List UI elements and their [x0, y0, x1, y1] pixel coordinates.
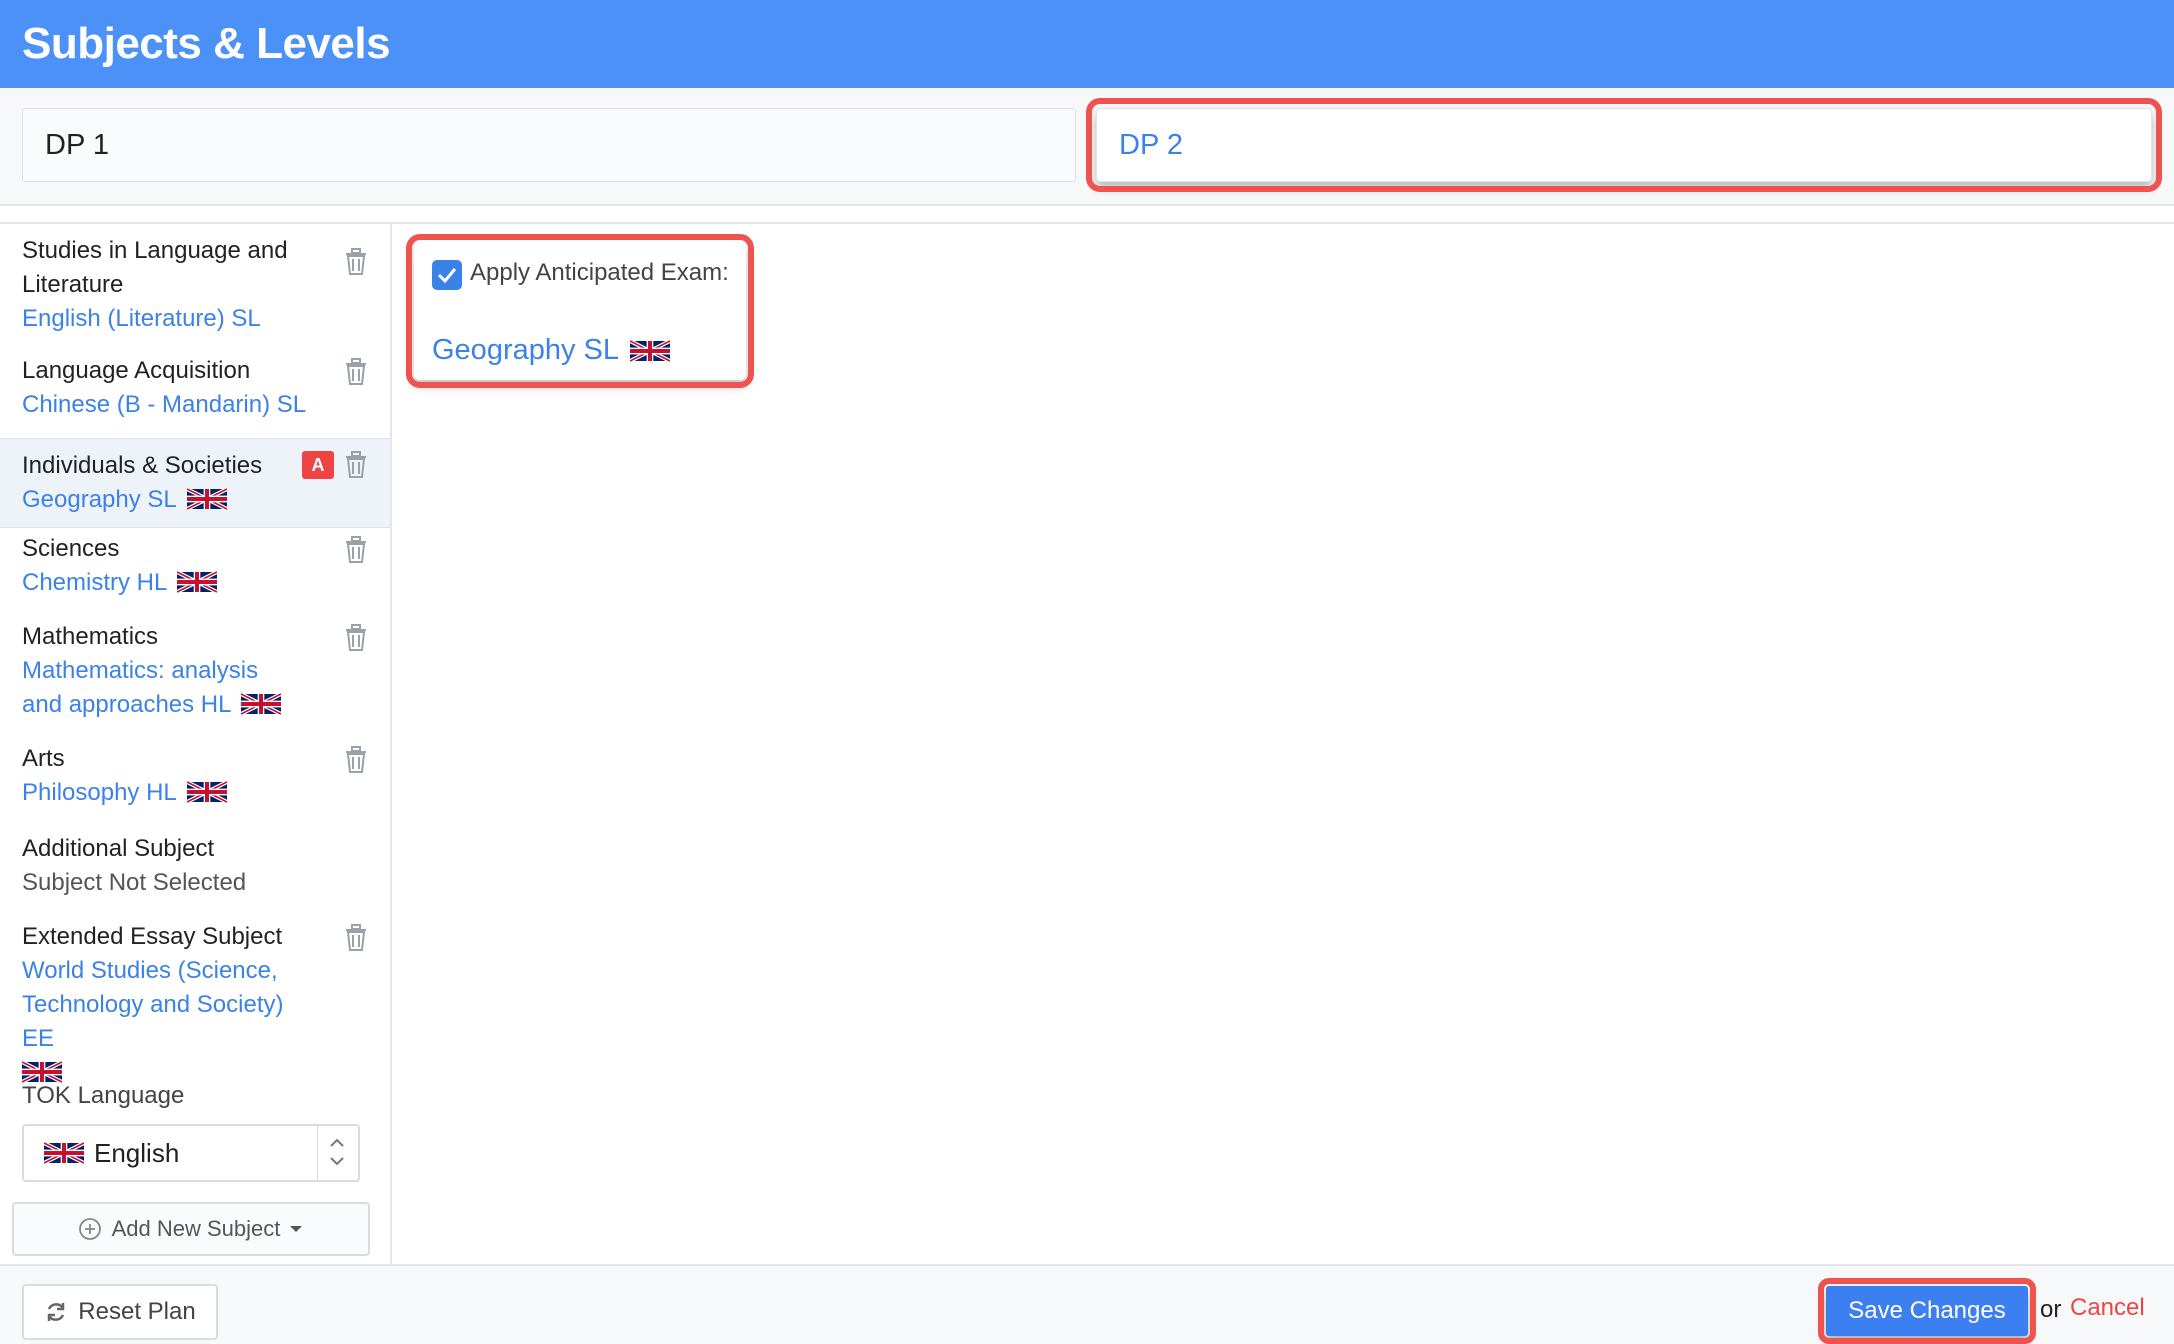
subject-category: Extended Essay Subject [22, 923, 283, 950]
tok-language-value: English [94, 1137, 180, 1168]
subject-selection[interactable]: Mathematics: analysis and approaches HL [22, 654, 320, 722]
subject-item-arts[interactable]: Arts Philosophy HL [0, 742, 390, 810]
anticipated-exam-box: Apply Anticipated Exam: Geography SL [406, 234, 754, 388]
trash-icon[interactable] [344, 624, 368, 652]
or-text: or [2040, 1296, 2062, 1323]
add-new-subject-label: Add New Subject [111, 1216, 281, 1241]
check-icon [437, 268, 457, 284]
trash-icon[interactable] [344, 536, 368, 564]
reset-plan-label: Reset Plan [78, 1298, 196, 1325]
tok-language-select[interactable]: English [22, 1124, 360, 1182]
page-title: Subjects & Levels [22, 19, 391, 68]
subject-category: Arts [22, 745, 65, 772]
subject-category: Sciences [22, 535, 120, 562]
cancel-link[interactable]: Cancel [2070, 1294, 2145, 1322]
save-changes-button[interactable]: Save Changes [1818, 1278, 2036, 1344]
trash-icon[interactable] [344, 451, 368, 479]
uk-flag-icon [630, 340, 670, 362]
uk-flag-icon [22, 1061, 62, 1083]
subject-category: Additional Subject [22, 835, 215, 862]
subject-selection[interactable]: Chinese (B - Mandarin) SL [22, 388, 320, 422]
subject-selection[interactable]: Philosophy HL [22, 776, 320, 810]
subject-selection[interactable]: Chemistry HL [22, 566, 320, 600]
plus-circle-icon [78, 1218, 101, 1240]
subject-item-individuals-societies[interactable]: Individuals & Societies Geography SL A [0, 438, 390, 528]
subject-category: Mathematics [22, 623, 159, 650]
main-panel: Apply Anticipated Exam: Geography SL [394, 224, 2174, 1264]
uk-flag-icon [177, 571, 218, 593]
subject-category: Language Acquisition [22, 357, 251, 384]
select-divider [317, 1126, 318, 1180]
anticipated-exam-label: Apply Anticipated Exam: [470, 259, 729, 286]
trash-icon[interactable] [344, 248, 368, 276]
subject-item-sciences[interactable]: Sciences Chemistry HL [0, 532, 390, 600]
uk-flag-icon [241, 693, 282, 715]
subject-item-additional[interactable]: Additional Subject Subject Not Selected [0, 832, 390, 900]
subject-selection[interactable]: World Studies (Science, Technology and S… [22, 954, 320, 1090]
trash-icon[interactable] [344, 746, 368, 774]
tab-dp2[interactable]: DP 2 [1086, 98, 2162, 192]
subject-category: Individuals & Societies [22, 452, 263, 479]
refresh-icon [48, 1303, 65, 1321]
app-header: Subjects & Levels [0, 0, 2174, 88]
tab-dp1[interactable]: DP 1 [22, 108, 1076, 182]
subject-item-language-acquisition[interactable]: Language Acquisition Chinese (B - Mandar… [0, 354, 390, 422]
subject-selection[interactable]: Geography SL [22, 483, 320, 517]
anticipated-exam-checkbox[interactable] [432, 260, 462, 290]
year-tabs: DP 1 DP 2 [0, 88, 2174, 206]
subject-selection[interactable]: English (Literature) SL [22, 302, 320, 336]
footer-bar: Reset Plan Save Changes or Cancel [0, 1264, 2174, 1344]
anticipated-badge: A [302, 451, 334, 479]
tabs-divider [0, 206, 2174, 224]
anticipated-exam-subject[interactable]: Geography SL [432, 334, 670, 367]
subject-sidebar: Studies in Language and Literature Engli… [0, 224, 392, 1264]
subject-selection[interactable]: Subject Not Selected [22, 866, 320, 900]
subject-item-extended-essay[interactable]: Extended Essay Subject World Studies (Sc… [0, 920, 390, 1083]
uk-flag-icon [186, 781, 227, 803]
subject-item-language-literature[interactable]: Studies in Language and Literature Engli… [0, 234, 390, 332]
tok-language-label: TOK Language [22, 1082, 185, 1109]
caret-down-icon [290, 1226, 303, 1232]
add-new-subject-button[interactable]: Add New Subject [12, 1202, 370, 1256]
reset-plan-button[interactable]: Reset Plan [22, 1284, 218, 1340]
updown-arrows-icon [330, 1138, 344, 1166]
uk-flag-icon [186, 488, 227, 510]
trash-icon[interactable] [344, 358, 368, 386]
uk-flag-icon [44, 1142, 84, 1164]
subject-item-mathematics[interactable]: Mathematics Mathematics: analysis and ap… [0, 620, 390, 722]
trash-icon[interactable] [344, 924, 368, 952]
subject-category: Studies in Language and Literature [22, 237, 288, 298]
